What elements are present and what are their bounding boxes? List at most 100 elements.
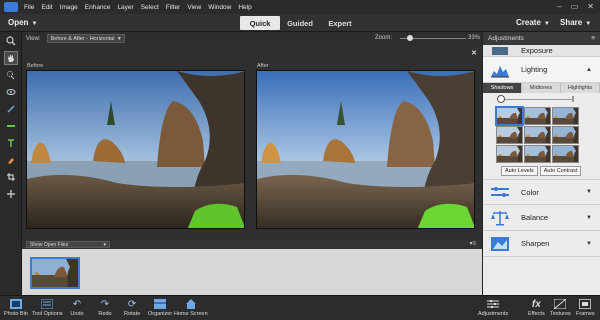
effects-icon: fx (531, 298, 541, 310)
balance-label: Balance (521, 213, 549, 222)
create-button[interactable]: Create ▼ (516, 18, 550, 27)
lighting-preset-thumb[interactable] (552, 145, 579, 163)
spot-healing-icon[interactable] (4, 153, 18, 167)
panel-menu-icon[interactable]: ≡ (591, 35, 595, 42)
type-icon[interactable] (4, 136, 18, 150)
menu-image[interactable]: Image (60, 4, 78, 11)
after-photo[interactable] (256, 70, 475, 229)
minimize-button[interactable]: – (557, 2, 561, 11)
crop-icon[interactable] (4, 170, 18, 184)
menu-select[interactable]: Select (141, 4, 159, 11)
zoom-label: Zoom: (375, 35, 393, 41)
quick-selection-icon[interactable] (4, 68, 18, 82)
zoom-icon[interactable] (4, 34, 18, 48)
chevron-down-icon: ▼ (31, 21, 38, 27)
photo-thumbnail[interactable] (30, 257, 80, 289)
open-button[interactable]: Open ▼ (8, 18, 37, 27)
menu-edit[interactable]: Edit (41, 4, 52, 11)
chevron-down-icon: ▾ (103, 241, 106, 248)
menu-enhance[interactable]: Enhance (85, 4, 111, 11)
rotate-button[interactable]: ⟳ Rotate (124, 298, 140, 318)
organizer-icon (153, 298, 167, 310)
bottom-bar: Photo Bin Tool Options ↶ Undo ↷ Redo ⟳ R… (0, 295, 600, 320)
redo-label: Redo (98, 311, 112, 317)
lighting-preset-thumb[interactable] (524, 145, 551, 163)
close-icon[interactable]: ✕ (471, 49, 477, 57)
color-label: Color (521, 187, 539, 197)
tab-midtones[interactable]: Midtones (522, 83, 561, 93)
undo-label: Undo (70, 311, 84, 317)
whiten-teeth-icon[interactable] (4, 102, 18, 116)
share-button[interactable]: Share ▼ (560, 18, 591, 27)
tab-expert[interactable]: Expert (320, 16, 360, 30)
lighting-icon (489, 61, 511, 79)
menu-bar: File Edit Image Enhance Layer Select Fil… (0, 0, 600, 14)
before-photo[interactable] (26, 70, 245, 229)
auto-levels-button[interactable]: Auto Levels (501, 166, 538, 176)
lighting-preset-thumb[interactable] (552, 107, 579, 125)
shadows-slider[interactable] (483, 93, 600, 105)
show-open-files-select[interactable]: Show Open Files ▾ (26, 241, 110, 248)
color-icon (489, 183, 511, 201)
effects-label: Effects (528, 311, 545, 317)
frames-button[interactable]: Frames (576, 298, 595, 317)
straighten-icon[interactable] (4, 119, 18, 133)
menu-window[interactable]: Window (208, 4, 231, 11)
red-eye-icon[interactable] (4, 85, 18, 99)
canvas-area: ✕ Before After (22, 45, 482, 240)
window-controls: – ▭ ✕ (557, 2, 594, 11)
photo-bin-icon (9, 298, 23, 310)
lighting-preset-thumb[interactable] (496, 145, 523, 163)
lighting-row[interactable]: Lighting ▲ (483, 57, 600, 83)
textures-icon (553, 298, 567, 310)
tab-highlights[interactable]: Highlights (561, 83, 600, 93)
color-row[interactable]: Color ▼ (483, 179, 600, 205)
lighting-preset-thumb[interactable] (496, 126, 523, 144)
chevron-down-icon[interactable]: ▼ (586, 189, 592, 195)
menu-filter[interactable]: Filter (166, 4, 180, 11)
adjustments-button[interactable]: Adjustments (478, 298, 508, 317)
zoom-slider-handle[interactable] (406, 35, 413, 41)
textures-button[interactable]: Textures (550, 298, 571, 317)
hand-icon[interactable] (3, 51, 18, 65)
lighting-preset-thumb[interactable] (496, 107, 523, 125)
lighting-preset-thumb[interactable] (524, 107, 551, 125)
home-icon (184, 298, 198, 310)
sharpen-row[interactable]: Sharpen ▼ (483, 231, 600, 257)
auto-contrast-button[interactable]: Auto Contrast (539, 166, 582, 176)
photo-bin-button[interactable]: Photo Bin (4, 298, 28, 317)
tab-guided[interactable]: Guided (280, 16, 320, 30)
after-label: After (257, 63, 269, 69)
tab-quick[interactable]: Quick (240, 16, 280, 30)
close-window-button[interactable]: ✕ (587, 2, 594, 11)
exposure-row[interactable]: Exposure (483, 45, 600, 57)
lighting-preset-thumb[interactable] (552, 126, 579, 144)
redo-button[interactable]: ↷ Redo (98, 298, 112, 318)
menu-file[interactable]: File (24, 4, 34, 11)
balance-row[interactable]: Balance ▼ (483, 205, 600, 231)
maximize-button[interactable]: ▭ (571, 2, 579, 11)
mode-bar: Open ▼ Quick Guided Expert Create ▼ Share ▼ (0, 14, 600, 32)
sharpen-icon (489, 235, 511, 253)
menu-layer[interactable]: Layer (117, 4, 133, 11)
chevron-down-icon[interactable]: ▼ (586, 215, 592, 221)
chevron-up-icon[interactable]: ▲ (586, 67, 592, 73)
chevron-down-icon[interactable]: ▼ (586, 241, 592, 247)
panel-header: Adjustments ≡ (483, 32, 600, 45)
open-label: Open (8, 18, 29, 27)
photo-bin-label: Photo Bin (4, 311, 28, 317)
menu-view[interactable]: View (187, 4, 201, 11)
menu-help[interactable]: Help (238, 4, 251, 11)
shadows-slider-handle[interactable] (497, 95, 505, 103)
lighting-preset-thumb[interactable] (524, 126, 551, 144)
undo-button[interactable]: ↶ Undo (70, 298, 84, 318)
adjustments-icon (486, 298, 500, 310)
tab-shadows[interactable]: Shadows (483, 83, 522, 93)
organizer-button[interactable]: Organizer (148, 298, 172, 317)
move-icon[interactable] (4, 187, 18, 201)
home-screen-button[interactable]: Home Screen (174, 298, 208, 317)
effects-button[interactable]: fx Effects (528, 298, 545, 318)
view-select[interactable]: Before & After - Horizontal ▾ (46, 34, 125, 43)
bin-menu-icon[interactable]: ▾≡ (469, 240, 476, 247)
tool-options-button[interactable]: Tool Options (32, 298, 63, 317)
